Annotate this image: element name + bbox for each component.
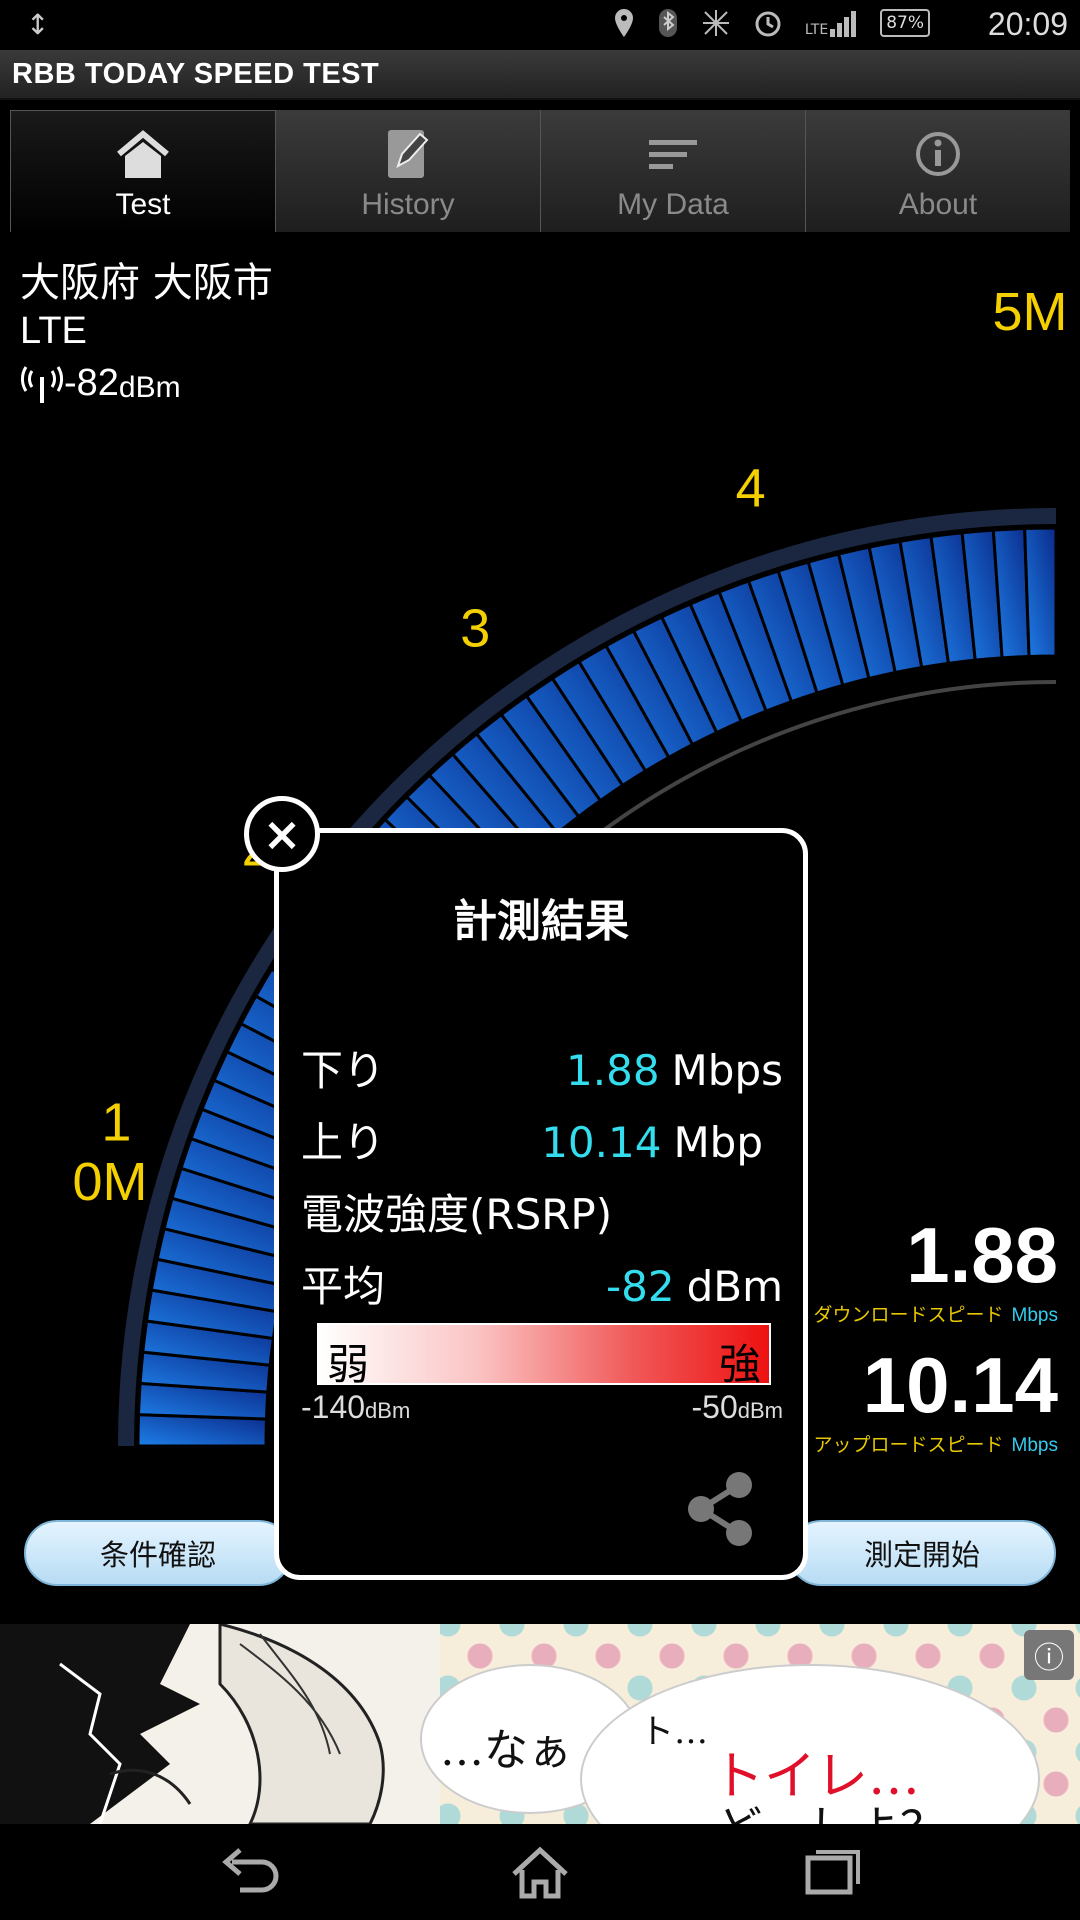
meter-min-value: -140 <box>301 1389 366 1425</box>
tab-label: Test <box>115 188 171 221</box>
download-value: 1.88 <box>566 1046 660 1095</box>
edit-icon <box>388 130 429 178</box>
upload-row: 上り 10.14 Mbp <box>301 1109 783 1170</box>
meter-min-label: -140dBm <box>301 1389 410 1426</box>
upload-unit: Mbp <box>673 1118 763 1167</box>
conditions-button[interactable]: 条件確認 <box>24 1520 292 1586</box>
result-dialog: 計測結果 下り 1.88 Mbps 上り 10.14 Mbp 電波強度(RSRP) … <box>274 828 808 1580</box>
average-value: -82 <box>606 1262 675 1311</box>
meter-max-value: -50 <box>691 1389 738 1425</box>
average-label: 平均 <box>301 1262 386 1311</box>
close-dialog-button[interactable]: × <box>244 796 320 872</box>
average-unit: dBm <box>686 1262 783 1311</box>
tab-label: History <box>361 188 455 221</box>
upload-label: 上り <box>301 1118 386 1167</box>
home-icon <box>117 130 169 178</box>
list-icon <box>649 140 697 169</box>
status-icons: LTE 87% <box>613 8 930 38</box>
gauge-tick-label: 3 <box>460 599 490 659</box>
app-title: RBB TODAY SPEED TEST <box>12 58 380 90</box>
tab-test[interactable]: Test <box>10 110 276 232</box>
meter-max-unit: dBm <box>737 1398 783 1423</box>
manga-illustration <box>0 1624 440 1824</box>
signal-value: -82 <box>64 362 119 404</box>
ad-text: ト… <box>640 1712 708 1752</box>
ad-text: どーしよ？ <box>716 1792 946 1824</box>
upload-value: 10.14 <box>541 1118 662 1167</box>
upload-speed-value: 10.14 <box>862 1341 1058 1429</box>
vibrate-icon <box>702 10 729 36</box>
dialog-title: 計測結果 <box>453 896 629 947</box>
upload-speed-caption: アップロードスピード <box>813 1434 1004 1456</box>
upload-readout: 10.14 アップロードスピード Mbps <box>814 1346 1058 1457</box>
download-row: 下り 1.88 Mbps <box>301 1037 783 1098</box>
tab-label: My Data <box>617 188 729 221</box>
download-label: 下り <box>301 1046 386 1095</box>
download-speed-value: 1.88 <box>906 1211 1058 1299</box>
action-bar: RBB TODAY SPEED TEST <box>0 50 1080 100</box>
start-test-button[interactable]: 測定開始 <box>788 1520 1056 1586</box>
meter-strong-label: 強 <box>718 1340 761 1389</box>
tab-history[interactable]: History <box>276 110 541 232</box>
meter-weak-label: 弱 <box>327 1340 370 1389</box>
lte-badge: LTE <box>804 22 829 38</box>
status-bar: ↕ LTE 87% 20:09 <box>0 0 1080 50</box>
location-icon <box>614 9 633 37</box>
location-label: 大阪府 大阪市 <box>20 260 273 306</box>
battery-indicator: 87% <box>880 9 930 37</box>
download-speed-caption: ダウンロードスピード <box>813 1304 1004 1326</box>
average-row: 平均 -82 dBm <box>301 1253 783 1314</box>
info-icon <box>916 132 960 176</box>
gauge-tick-label: 5M <box>992 282 1067 342</box>
gauge-segment <box>1023 526 1058 659</box>
gauge-tick-label: 1 <box>101 1093 131 1153</box>
meter-max-label: -50dBm <box>692 1389 784 1426</box>
gauge-tick-label: 4 <box>736 458 766 518</box>
antenna-icon <box>21 366 63 403</box>
ad-banner[interactable]: …なぁ ト… トイレ… どーしよ？ ⓘ <box>0 1624 1080 1824</box>
rsrp-label: 電波強度(RSRP) <box>301 1190 613 1239</box>
home-icon[interactable] <box>500 1844 580 1900</box>
signal-strength: -82 dBm <box>20 362 181 405</box>
tab-bar: Test History My Data About <box>10 110 1070 232</box>
rsrp-row: 電波強度(RSRP) <box>301 1181 783 1242</box>
ad-text: …なぁ <box>440 1725 572 1776</box>
download-unit: Mbps <box>671 1046 783 1095</box>
meter-min-unit: dBm <box>365 1398 411 1423</box>
download-readout: 1.88 ダウンロードスピード Mbps <box>814 1216 1058 1327</box>
tab-about[interactable]: About <box>806 110 1070 232</box>
signal-strength-meter: 弱 強 <box>317 1323 771 1389</box>
tab-my-data[interactable]: My Data <box>541 110 806 232</box>
upload-speed-unit: Mbps <box>1011 1435 1058 1456</box>
gauge-tick-label: 0M <box>72 1152 147 1212</box>
recents-icon[interactable] <box>790 1844 870 1900</box>
navigation-bar <box>0 1824 1080 1920</box>
up-down-arrow-icon: ↕ <box>26 8 50 41</box>
network-type: LTE <box>20 310 87 352</box>
clock: 20:09 <box>987 6 1068 42</box>
ad-info-icon[interactable]: ⓘ <box>1024 1630 1074 1680</box>
signal-icon: LTE <box>805 9 858 37</box>
share-icon[interactable] <box>683 1469 757 1549</box>
bluetooth-icon <box>658 9 677 37</box>
signal-unit: dBm <box>118 371 181 404</box>
download-speed-unit: Mbps <box>1011 1305 1058 1326</box>
tab-label: About <box>898 188 978 221</box>
alarm-icon <box>755 11 781 37</box>
back-icon[interactable] <box>210 1844 290 1900</box>
